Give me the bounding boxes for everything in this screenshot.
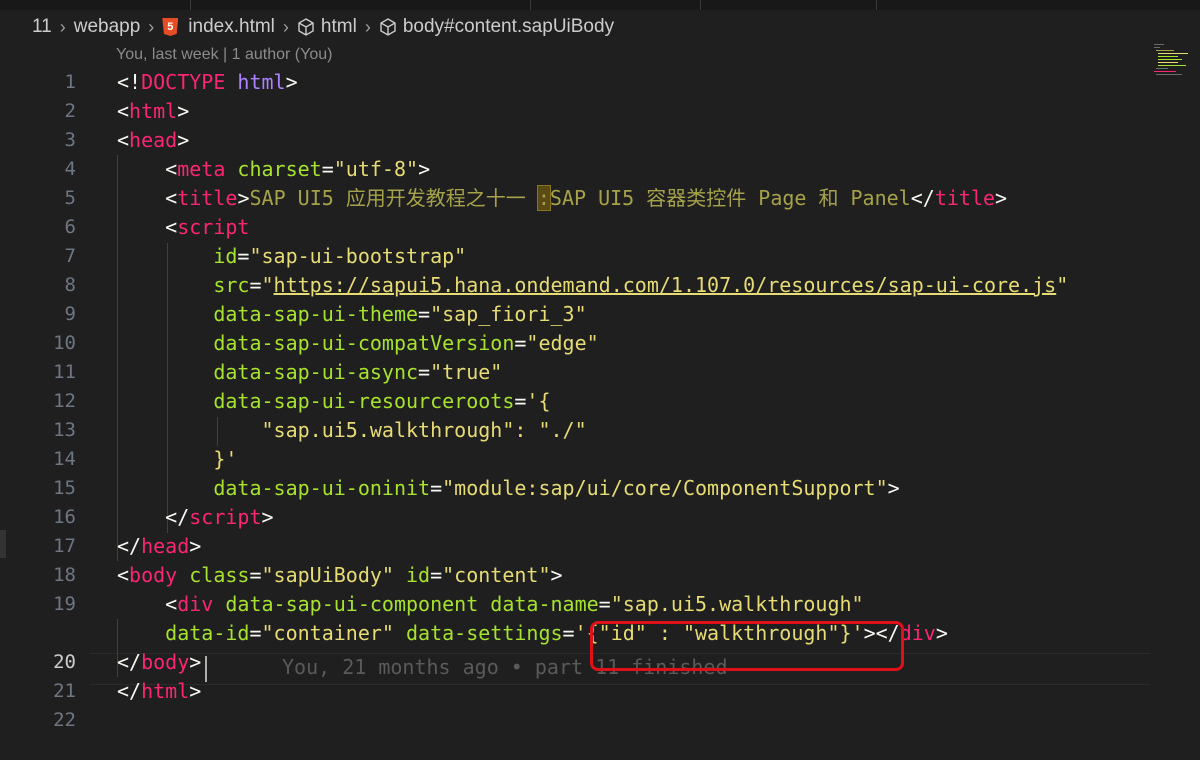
line-number: 16 [53, 506, 76, 528]
line-number: 12 [53, 390, 76, 412]
breadcrumb-file[interactable]: index.html [188, 16, 275, 38]
code-line: data-sap-ui-compatVersion="edge" [213, 331, 599, 355]
line-number: 9 [64, 303, 76, 325]
code-line: }' [213, 447, 238, 471]
html5-file-icon: 5 [162, 18, 179, 36]
line-number: 19 [53, 593, 76, 615]
chevron-right-icon: › [148, 16, 155, 37]
editor-tab-strip [0, 0, 1200, 10]
line-number: 7 [64, 245, 76, 267]
code-line: <div data-sap-ui-component data-name="sa… [165, 592, 864, 616]
line-number: 6 [64, 216, 76, 238]
chevron-right-icon: › [364, 16, 371, 37]
find-match-highlight: : [536, 185, 551, 211]
codelens-authors[interactable]: You, last week | 1 author (You) [116, 46, 332, 64]
code-line: <!DOCTYPE html> [117, 70, 298, 94]
symbol-cube-icon [380, 18, 396, 36]
code-line: <meta charset="utf-8"> [165, 157, 431, 181]
line-number: 2 [64, 100, 76, 122]
line-number: 17 [53, 535, 76, 557]
line-number: 15 [53, 477, 76, 499]
line-number: 20 [53, 651, 76, 673]
code-line: id="sap-ui-bootstrap" [213, 244, 467, 268]
breadcrumb-line-count: 11 [32, 16, 52, 37]
gutter-indicator [0, 530, 6, 558]
minimap[interactable] [1150, 40, 1190, 80]
line-number: 21 [53, 680, 76, 702]
line-number: 8 [64, 274, 76, 296]
code-line: </html> [117, 679, 202, 703]
chevron-right-icon: › [59, 16, 66, 37]
code-line: <title>SAP UI5 应用开发教程之十一 :SAP UI5 容器类控件 … [165, 185, 1008, 211]
breadcrumb-folder[interactable]: webapp [74, 16, 141, 38]
code-line: </script> [165, 505, 274, 529]
code-line: <html> [117, 99, 190, 123]
code-line: data-sap-ui-resourceroots='{ [213, 389, 551, 413]
line-number: 3 [64, 129, 76, 151]
line-number: 13 [53, 419, 76, 441]
line-number: 5 [64, 187, 76, 209]
source-url-link[interactable]: https://sapui5.hana.ondemand.com/1.107.0… [274, 273, 1057, 297]
line-number: 22 [53, 709, 76, 731]
line-number: 1 [64, 71, 76, 93]
line-number [16, 619, 76, 648]
code-line: <body class="sapUiBody" id="content"> [117, 563, 563, 587]
line-number: 18 [53, 564, 76, 586]
code-line: "sap.ui5.walkthrough": "./" [261, 418, 587, 442]
code-line: data-sap-ui-async="true" [213, 360, 503, 384]
text-cursor [205, 656, 207, 682]
code-line: </head> [117, 534, 202, 558]
code-line: <head> [117, 128, 190, 152]
line-number: 10 [53, 332, 76, 354]
breadcrumb: 11 › webapp › 5 index.html › html › body… [0, 10, 1140, 44]
breadcrumb-node-body[interactable]: body#content.sapUiBody [403, 16, 614, 38]
line-number: 14 [53, 448, 76, 470]
code-line: data-sap-ui-oninit="module:sap/ui/core/C… [213, 476, 900, 500]
line-number: 11 [53, 361, 76, 383]
highlight-annotation-box [590, 621, 904, 671]
code-line: <script [165, 215, 250, 239]
chevron-right-icon: › [282, 16, 289, 37]
line-number: 4 [64, 158, 76, 180]
code-line: data-sap-ui-theme="sap_fiori_3" [213, 302, 587, 326]
breadcrumb-node-html[interactable]: html [321, 16, 357, 38]
code-line: </body> [117, 650, 202, 674]
symbol-cube-icon [298, 18, 314, 36]
code-line: src="https://sapui5.hana.ondemand.com/1.… [213, 273, 1069, 297]
